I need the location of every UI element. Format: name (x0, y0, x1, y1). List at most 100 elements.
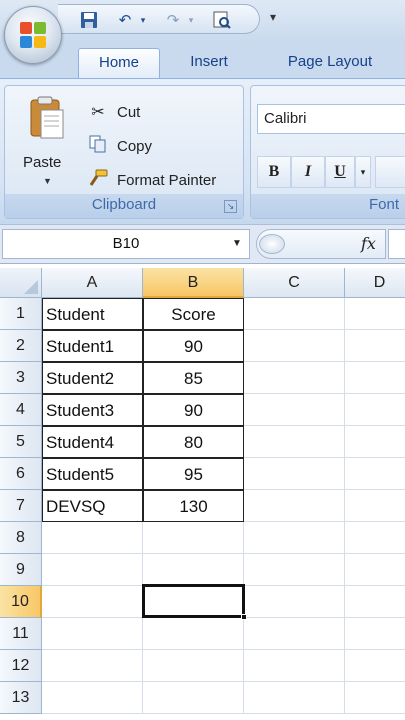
cell-c7[interactable] (244, 490, 345, 522)
format-painter-button[interactable]: Format Painter (85, 166, 216, 194)
cell-d7[interactable] (345, 490, 405, 522)
cell-a10[interactable] (42, 586, 143, 618)
row-header-3[interactable]: 3 (0, 362, 42, 394)
paste-button[interactable]: Paste ▼ (9, 90, 79, 190)
row-header-8[interactable]: 8 (0, 522, 42, 554)
cell-c12[interactable] (244, 650, 345, 682)
undo-dropdown-icon[interactable]: ▾ (138, 10, 148, 30)
cell-b13[interactable] (143, 682, 244, 714)
cell-a3[interactable]: Student2 (42, 362, 143, 394)
undo-icon[interactable]: ↶ (114, 10, 136, 30)
save-icon[interactable] (78, 10, 100, 30)
cell-a7[interactable]: DEVSQ (42, 490, 143, 522)
row-header-11[interactable]: 11 (0, 618, 42, 650)
paste-dropdown-icon[interactable]: ▼ (43, 176, 52, 186)
formula-input[interactable] (388, 229, 405, 259)
redo-dropdown-icon[interactable]: ▾ (186, 10, 196, 30)
borders-button[interactable] (375, 156, 405, 188)
cell-d4[interactable] (345, 394, 405, 426)
cell-d6[interactable] (345, 458, 405, 490)
column-header-b[interactable]: B (143, 268, 244, 298)
column-header-d[interactable]: D (345, 268, 405, 298)
cell-b6[interactable]: 95 (143, 458, 244, 490)
cell-c6[interactable] (244, 458, 345, 490)
cell-c1[interactable] (244, 298, 345, 330)
bold-button[interactable]: B (257, 156, 291, 188)
row-header-4[interactable]: 4 (0, 394, 42, 426)
print-preview-icon[interactable] (210, 10, 234, 30)
cell-b4[interactable]: 90 (143, 394, 244, 426)
tab-page-layout[interactable]: Page Layout (266, 48, 394, 78)
cell-c9[interactable] (244, 554, 345, 586)
cell-a2[interactable]: Student1 (42, 330, 143, 362)
cell-c8[interactable] (244, 522, 345, 554)
cell-a11[interactable] (42, 618, 143, 650)
cell-b2[interactable]: 90 (143, 330, 244, 362)
cell-c2[interactable] (244, 330, 345, 362)
row-header-9[interactable]: 9 (0, 554, 42, 586)
cell-b11[interactable] (143, 618, 244, 650)
row-header-1[interactable]: 1 (0, 298, 42, 330)
cell-d13[interactable] (345, 682, 405, 714)
cell-a4[interactable]: Student3 (42, 394, 143, 426)
column-header-a[interactable]: A (42, 268, 143, 298)
office-button[interactable] (4, 6, 62, 64)
clipboard-dialog-launcher-icon[interactable]: ↘ (224, 200, 237, 213)
cell-b1[interactable]: Score (143, 298, 244, 330)
fill-handle[interactable] (241, 614, 247, 620)
cell-c10[interactable] (244, 586, 345, 618)
row-header-10[interactable]: 10 (0, 586, 42, 618)
insert-function-icon[interactable]: fx (361, 234, 376, 253)
cell-b5[interactable]: 80 (143, 426, 244, 458)
cell-d5[interactable] (345, 426, 405, 458)
tab-home[interactable]: Home (78, 48, 160, 78)
cell-d1[interactable] (345, 298, 405, 330)
underline-button[interactable]: U (325, 156, 355, 188)
active-cell-cursor[interactable] (142, 584, 245, 618)
copy-button[interactable]: Copy (85, 132, 152, 160)
cell-a1[interactable]: Student (42, 298, 143, 330)
row-header-12[interactable]: 12 (0, 650, 42, 682)
cell-c5[interactable] (244, 426, 345, 458)
tab-insert[interactable]: Insert (172, 48, 246, 78)
cell-a12[interactable] (42, 650, 143, 682)
row-header-2[interactable]: 2 (0, 330, 42, 362)
row-header-5[interactable]: 5 (0, 426, 42, 458)
cell-a13[interactable] (42, 682, 143, 714)
cell-a5[interactable]: Student4 (42, 426, 143, 458)
cell-b3[interactable]: 85 (143, 362, 244, 394)
cut-button[interactable]: ✂ Cut (85, 98, 140, 126)
cell-c13[interactable] (244, 682, 345, 714)
cell-b8[interactable] (143, 522, 244, 554)
name-box-dropdown-icon[interactable]: ▼ (232, 238, 242, 249)
name-box[interactable]: B10 (2, 229, 250, 259)
cell-c11[interactable] (244, 618, 345, 650)
cell-d12[interactable] (345, 650, 405, 682)
cell-a8[interactable] (42, 522, 143, 554)
cell-a6[interactable]: Student5 (42, 458, 143, 490)
row-header-7[interactable]: 7 (0, 490, 42, 522)
formula-resize-handle[interactable] (259, 234, 285, 254)
customize-qat-icon[interactable]: ▾ (270, 10, 276, 24)
row-header-6[interactable]: 6 (0, 458, 42, 490)
cell-b9[interactable] (143, 554, 244, 586)
cell-c4[interactable] (244, 394, 345, 426)
redo-icon[interactable]: ↷ (162, 10, 184, 30)
cell-d3[interactable] (345, 362, 405, 394)
cell-c3[interactable] (244, 362, 345, 394)
select-all-button[interactable] (0, 268, 42, 298)
cell-a9[interactable] (42, 554, 143, 586)
font-name-combobox[interactable]: Calibri ▾ (257, 104, 405, 134)
cell-d2[interactable] (345, 330, 405, 362)
cell-b12[interactable] (143, 650, 244, 682)
cell-d10[interactable] (345, 586, 405, 618)
row-header-13[interactable]: 13 (0, 682, 42, 714)
cell-d8[interactable] (345, 522, 405, 554)
cell-d11[interactable] (345, 618, 405, 650)
cell-d9[interactable] (345, 554, 405, 586)
underline-dropdown-icon[interactable]: ▾ (355, 156, 371, 188)
cell-b7[interactable]: 130 (143, 490, 244, 522)
column-header-c[interactable]: C (244, 268, 345, 298)
italic-button[interactable]: I (291, 156, 325, 188)
font-group: Calibri ▾ B I U ▾ Font (250, 85, 405, 219)
